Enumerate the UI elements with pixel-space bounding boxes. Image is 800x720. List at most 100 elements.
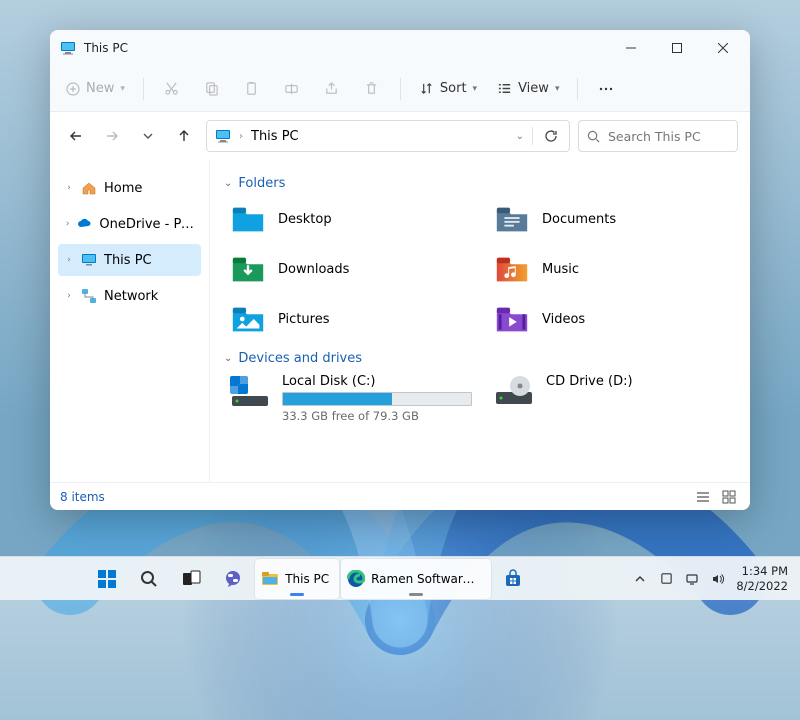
copy-icon xyxy=(204,81,219,96)
sort-icon xyxy=(419,81,434,96)
details-view-toggle[interactable] xyxy=(692,487,714,507)
paste-button[interactable] xyxy=(234,72,270,106)
view-label: View xyxy=(518,81,549,96)
clipboard-icon xyxy=(244,81,259,96)
start-button[interactable] xyxy=(87,559,127,599)
sidebar-item-this-pc[interactable]: › This PC xyxy=(58,244,201,276)
titlebar[interactable]: This PC xyxy=(50,30,750,66)
system-tray[interactable]: 1:34 PM 8/2/2022 xyxy=(620,564,800,593)
expand-icon[interactable]: › xyxy=(64,219,71,229)
music-icon xyxy=(492,249,532,289)
search-button[interactable] xyxy=(129,559,169,599)
tray-security-icon[interactable] xyxy=(658,571,674,587)
cut-button[interactable] xyxy=(154,72,190,106)
view-icon xyxy=(497,81,512,96)
sort-label: Sort xyxy=(440,81,467,96)
sidebar-item-home[interactable]: › Home xyxy=(58,172,201,204)
new-button[interactable]: New ▾ xyxy=(58,72,133,106)
sidebar-item-network[interactable]: › Network xyxy=(58,280,201,312)
folder-pictures[interactable]: Pictures xyxy=(224,297,478,341)
sidebar-item-onedrive[interactable]: › OneDrive - Personal xyxy=(58,208,201,240)
search-icon xyxy=(587,130,600,143)
more-button[interactable] xyxy=(588,72,624,106)
documents-icon xyxy=(492,199,532,239)
recent-button[interactable] xyxy=(134,122,162,150)
chat-icon xyxy=(223,569,243,589)
folders-header[interactable]: ⌄ Folders xyxy=(224,176,742,191)
folder-music[interactable]: Music xyxy=(488,247,742,291)
date-text: 8/2/2022 xyxy=(736,579,788,593)
chevron-down-icon: ▾ xyxy=(473,84,478,94)
large-icons-toggle[interactable] xyxy=(718,487,740,507)
copy-button[interactable] xyxy=(194,72,230,106)
videos-icon xyxy=(492,299,532,339)
window-title: This PC xyxy=(84,41,128,55)
task-view-button[interactable] xyxy=(171,559,211,599)
chevron-down-icon: ▾ xyxy=(120,84,125,94)
up-button[interactable] xyxy=(170,122,198,150)
sidebar-item-label: This PC xyxy=(104,253,152,268)
chevron-down-icon[interactable]: ⌄ xyxy=(516,131,524,142)
nav-row: › This PC ⌄ Search This PC xyxy=(50,112,750,160)
task-view-icon xyxy=(181,569,201,589)
forward-button[interactable] xyxy=(98,122,126,150)
drive-local-c[interactable]: Local Disk (C:) 33.3 GB free of 79.3 GB xyxy=(224,372,478,425)
folder-desktop[interactable]: Desktop xyxy=(224,197,478,241)
explorer-window: This PC New ▾ Sort ▾ View ▾ xyxy=(50,30,750,510)
expand-icon[interactable]: › xyxy=(64,291,74,301)
address-bar[interactable]: › This PC ⌄ xyxy=(206,120,570,152)
drive-label: CD Drive (D:) xyxy=(546,374,738,389)
minimize-button[interactable] xyxy=(608,30,654,66)
chevron-down-icon: ▾ xyxy=(555,84,560,94)
sidebar-item-label: OneDrive - Personal xyxy=(99,217,195,232)
pictures-icon xyxy=(228,299,268,339)
rename-icon xyxy=(284,81,299,96)
search-placeholder: Search This PC xyxy=(608,129,701,144)
tray-volume-icon[interactable] xyxy=(710,571,726,587)
folder-label: Desktop xyxy=(278,212,332,227)
cd-drive-icon xyxy=(492,374,536,410)
search-box[interactable]: Search This PC xyxy=(578,120,738,152)
folder-label: Pictures xyxy=(278,312,329,327)
network-icon xyxy=(80,287,98,305)
plus-circle-icon xyxy=(66,82,80,96)
taskbar-task-explorer[interactable]: This PC xyxy=(255,559,339,599)
view-button[interactable]: View ▾ xyxy=(489,72,567,106)
breadcrumb[interactable]: This PC xyxy=(251,129,508,144)
this-pc-icon xyxy=(60,40,76,56)
expand-icon[interactable]: › xyxy=(64,255,74,265)
folder-documents[interactable]: Documents xyxy=(488,197,742,241)
taskbar-clock[interactable]: 1:34 PM 8/2/2022 xyxy=(736,564,788,593)
drives-header[interactable]: ⌄ Devices and drives xyxy=(224,351,742,366)
back-button[interactable] xyxy=(62,122,90,150)
folder-label: Documents xyxy=(542,212,616,227)
refresh-button[interactable] xyxy=(541,129,561,143)
sort-button[interactable]: Sort ▾ xyxy=(411,72,485,106)
maximize-button[interactable] xyxy=(654,30,700,66)
tray-chevron-icon[interactable] xyxy=(632,571,648,587)
folder-label: Downloads xyxy=(278,262,349,277)
search-icon xyxy=(139,569,159,589)
sidebar-item-label: Network xyxy=(104,289,158,304)
tray-network-icon[interactable] xyxy=(684,571,700,587)
drive-cd-d[interactable]: CD Drive (D:) xyxy=(488,372,742,425)
chevron-right-icon: › xyxy=(239,131,243,142)
desktop-icon xyxy=(228,199,268,239)
folder-videos[interactable]: Videos xyxy=(488,297,742,341)
drive-usage-bar xyxy=(282,392,472,406)
share-button[interactable] xyxy=(314,72,350,106)
close-button[interactable] xyxy=(700,30,746,66)
chevron-down-icon: ⌄ xyxy=(224,178,232,189)
folder-downloads[interactable]: Downloads xyxy=(224,247,478,291)
windows-icon xyxy=(96,568,118,590)
rename-button[interactable] xyxy=(274,72,310,106)
taskbar-task-edge[interactable]: Ramen Software... xyxy=(341,559,491,599)
status-bar: 8 items xyxy=(50,482,750,510)
expand-icon[interactable]: › xyxy=(64,183,74,193)
chat-button[interactable] xyxy=(213,559,253,599)
delete-button[interactable] xyxy=(354,72,390,106)
new-label: New xyxy=(86,81,114,96)
downloads-icon xyxy=(228,249,268,289)
ellipsis-icon xyxy=(598,81,614,97)
store-button[interactable] xyxy=(493,559,533,599)
